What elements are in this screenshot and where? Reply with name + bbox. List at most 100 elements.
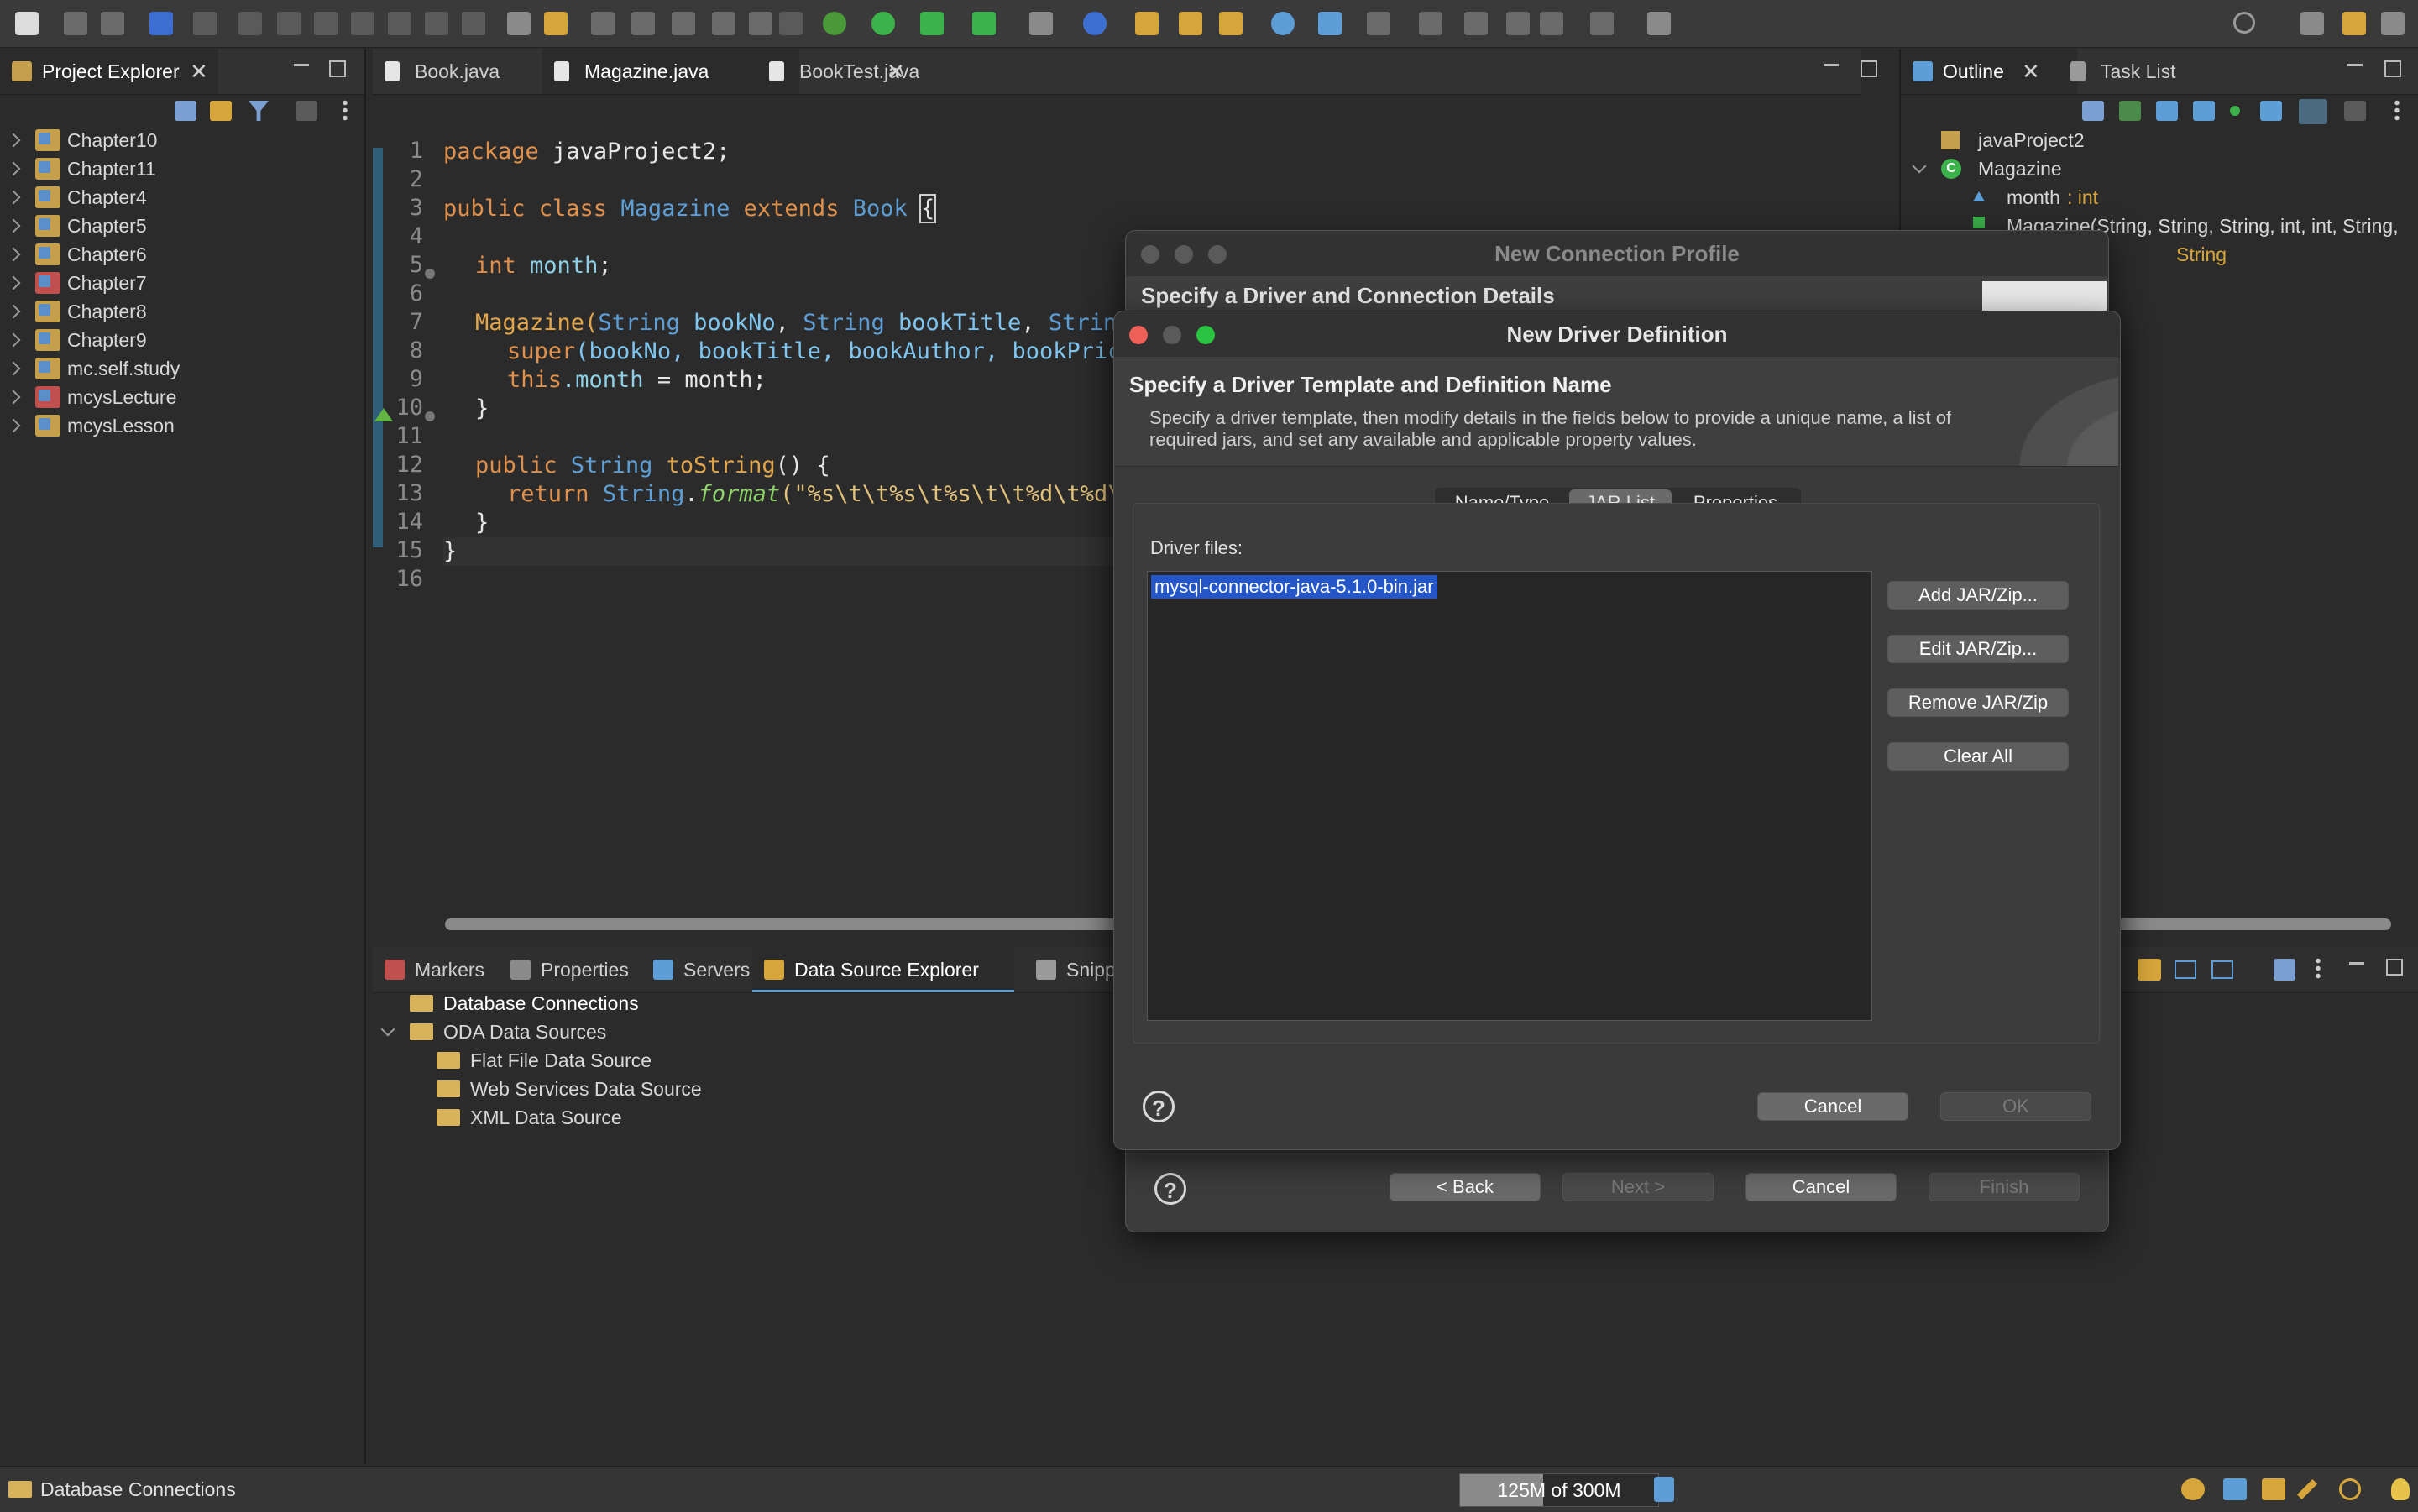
pin-editor-icon[interactable] [1647,12,1671,35]
maximize-icon[interactable] [2386,959,2403,976]
cancel-button[interactable]: Cancel [1757,1092,1908,1121]
collapse-all-icon[interactable] [2274,959,2295,981]
step-return-icon[interactable] [425,12,448,35]
chevron-right-icon[interactable] [6,418,21,433]
hide-local-types-icon[interactable] [2260,101,2282,121]
run-icon[interactable] [871,12,895,35]
tab-outline[interactable]: Outline ✕ [1901,49,2077,94]
close-icon[interactable]: ✕ [2022,49,2040,94]
tree-item[interactable]: Chapter9 [0,326,361,354]
tree-item[interactable]: Chapter8 [0,297,361,326]
link-with-editor-icon[interactable] [210,101,232,121]
java-perspective-icon[interactable] [2381,12,2405,35]
new-icon[interactable] [15,12,39,35]
focus-on-task-icon[interactable] [2344,101,2366,121]
word-wrap-icon[interactable] [712,12,735,35]
minimize-window-icon[interactable] [1163,326,1181,344]
chevron-right-icon[interactable] [6,161,21,176]
zoom-window-icon[interactable] [1208,245,1227,264]
clear-all-button[interactable]: Clear All [1887,742,2069,771]
focus-on-task-icon[interactable] [296,101,317,121]
maximize-icon[interactable] [2384,60,2401,77]
maximize-icon[interactable] [1861,60,1877,77]
open-declaration-icon[interactable] [544,12,568,35]
previous-annotation-icon[interactable] [1464,12,1488,35]
zoom-window-icon[interactable] [1196,326,1215,344]
chevron-right-icon[interactable] [6,332,21,348]
cheat-sheet-icon[interactable] [2223,1478,2247,1500]
chevron-right-icon[interactable] [6,390,21,405]
tab-project-explorer[interactable]: Project Explorer ✕ [0,49,218,94]
terminal-icon[interactable] [149,12,173,35]
new-java-package-icon[interactable] [1083,12,1107,35]
show-whitespace-icon[interactable] [749,12,772,35]
tab-booktest-java[interactable]: BookTest.java [757,49,1004,94]
filter-icon[interactable] [249,101,269,121]
feedback-icon[interactable] [2339,1478,2361,1500]
drop-to-frame-icon[interactable] [462,12,485,35]
maximize-icon[interactable] [329,60,346,77]
magic-wand-icon[interactable] [2296,1478,2318,1500]
export-icon[interactable] [2211,960,2233,979]
use-step-filters-icon[interactable] [507,12,531,35]
view-menu-icon[interactable] [2394,99,2400,123]
tree-item[interactable]: Chapter4 [0,183,361,212]
coverage-icon[interactable] [920,12,944,35]
chevron-right-icon[interactable] [6,247,21,262]
sort-icon[interactable] [2119,101,2141,121]
toggle-breadcrumb-icon[interactable] [631,12,655,35]
link-with-editor-icon[interactable] [2299,99,2327,124]
last-edit-location-icon[interactable] [1367,12,1390,35]
heap-status[interactable]: 125M of 300M [1459,1473,1659,1507]
hide-non-public-icon[interactable] [2230,106,2240,116]
close-window-icon[interactable] [1141,245,1159,264]
open-task-icon[interactable] [1179,12,1202,35]
close-icon[interactable]: ✕ [190,49,208,94]
chevron-down-icon[interactable] [1912,159,1927,174]
web-browser-icon[interactable] [1271,12,1295,35]
search-icon[interactable] [2233,12,2255,34]
tree-item[interactable]: mcysLesson [0,411,361,440]
chevron-right-icon[interactable] [6,190,21,205]
tab-task-list[interactable]: Task List [2059,49,2252,94]
debug-icon[interactable] [823,12,846,35]
back-icon[interactable] [1506,12,1530,35]
fold-marker-icon[interactable] [425,411,435,421]
driver-files-list[interactable]: mysql-connector-java-5.1.0-bin.jar [1147,571,1872,1021]
history-back-icon[interactable] [1540,12,1563,35]
external-tools-icon[interactable] [972,12,996,35]
tree-item[interactable]: Chapter5 [0,212,361,240]
add-jar-button[interactable]: Add JAR/Zip... [1887,581,2069,610]
collapse-all-icon[interactable] [2082,101,2104,121]
forward-icon[interactable] [1590,12,1614,35]
minimize-icon[interactable] [2347,64,2363,66]
import-icon[interactable] [2175,960,2196,979]
chevron-right-icon[interactable] [6,218,21,233]
chevron-right-icon[interactable] [6,133,21,148]
tree-item[interactable]: mcysLecture [0,383,361,411]
step-into-icon[interactable] [351,12,374,35]
chevron-right-icon[interactable] [6,361,21,376]
step-over-icon[interactable] [388,12,411,35]
tab-data-source-explorer[interactable]: Data Source Explorer ✕ [752,947,1379,992]
view-menu-icon[interactable] [2316,957,2321,981]
list-item-selected[interactable]: mysql-connector-java-5.1.0-bin.jar [1151,575,1437,599]
ok-button[interactable]: OK [1940,1092,2091,1121]
minimize-window-icon[interactable] [1175,245,1193,264]
view-menu-icon[interactable] [343,99,348,123]
show-pilcrow-icon[interactable] [779,12,803,35]
save-all-icon[interactable] [101,12,124,35]
tutorial-icon[interactable] [2262,1478,2285,1500]
minimize-icon[interactable] [1824,64,1839,66]
next-annotation-icon[interactable] [1419,12,1442,35]
tree-item[interactable]: mc.self.study [0,354,361,383]
minimize-icon[interactable] [294,64,309,66]
chevron-right-icon[interactable] [6,304,21,319]
close-window-icon[interactable] [1129,326,1148,344]
edit-jar-button[interactable]: Edit JAR/Zip... [1887,635,2069,663]
hide-fields-icon[interactable] [2156,101,2178,121]
chevron-right-icon[interactable] [6,275,21,290]
chevron-down-icon[interactable] [380,1022,395,1037]
tree-item[interactable]: Chapter6 [0,240,361,269]
save-icon[interactable] [64,12,87,35]
